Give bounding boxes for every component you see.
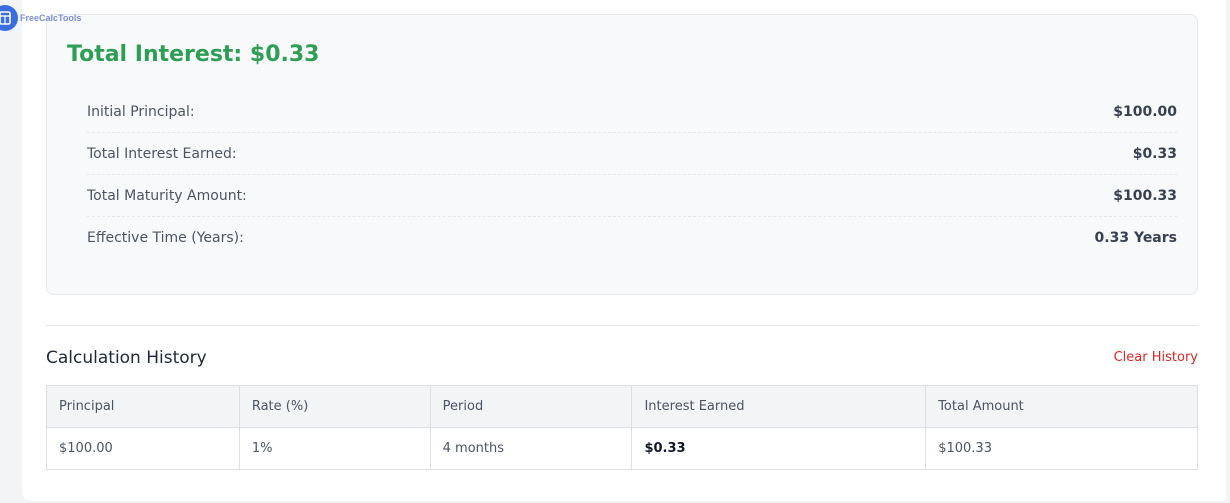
history-table: Principal Rate (%) Period Interest Earne… xyxy=(46,385,1198,470)
summary-label: Initial Principal: xyxy=(87,103,195,120)
calculator-icon xyxy=(0,5,18,31)
section-divider xyxy=(46,325,1198,326)
cell-rate: 1% xyxy=(238,427,431,470)
column-header: Interest Earned xyxy=(631,385,927,428)
clear-history-button[interactable]: Clear History xyxy=(1114,350,1198,365)
logo-text: FreeCalcTools xyxy=(20,13,82,23)
total-interest-heading: Total Interest: $0.33 xyxy=(67,42,320,67)
summary-value: 0.33 Years xyxy=(1094,230,1177,246)
summary-label: Total Maturity Amount: xyxy=(87,187,247,204)
history-heading: Calculation History xyxy=(46,348,207,368)
cell-principal: $100.00 xyxy=(46,427,240,470)
column-header: Period xyxy=(429,385,633,428)
cell-total: $100.33 xyxy=(925,427,1198,470)
cell-period: 4 months xyxy=(429,427,633,470)
column-header: Total Amount xyxy=(925,385,1198,428)
summary-row-time: Effective Time (Years): 0.33 Years xyxy=(87,217,1177,259)
table-header-row: Principal Rate (%) Period Interest Earne… xyxy=(46,385,1198,428)
summary-row-maturity: Total Maturity Amount: $100.33 xyxy=(87,175,1177,217)
summary-label: Effective Time (Years): xyxy=(87,230,244,246)
result-summary-box: Total Interest: $0.33 Initial Principal:… xyxy=(46,14,1198,295)
summary-list: Initial Principal: $100.00 Total Interes… xyxy=(87,91,1177,259)
summary-value: $0.33 xyxy=(1132,145,1177,162)
summary-value: $100.33 xyxy=(1113,187,1177,204)
site-logo[interactable]: FreeCalcTools xyxy=(0,5,81,31)
scrollbar[interactable] xyxy=(1226,0,1230,503)
calculator-card: Total Interest: $0.33 Initial Principal:… xyxy=(22,0,1230,501)
summary-value: $100.00 xyxy=(1113,103,1177,120)
summary-row-principal: Initial Principal: $100.00 xyxy=(87,91,1177,133)
cell-interest: $0.33 xyxy=(631,427,927,470)
table-row: $100.00 1% 4 months $0.33 $100.33 xyxy=(46,427,1198,470)
summary-row-interest: Total Interest Earned: $0.33 xyxy=(87,133,1177,175)
column-header: Principal xyxy=(46,385,240,428)
column-header: Rate (%) xyxy=(238,385,431,428)
summary-label: Total Interest Earned: xyxy=(87,145,237,162)
